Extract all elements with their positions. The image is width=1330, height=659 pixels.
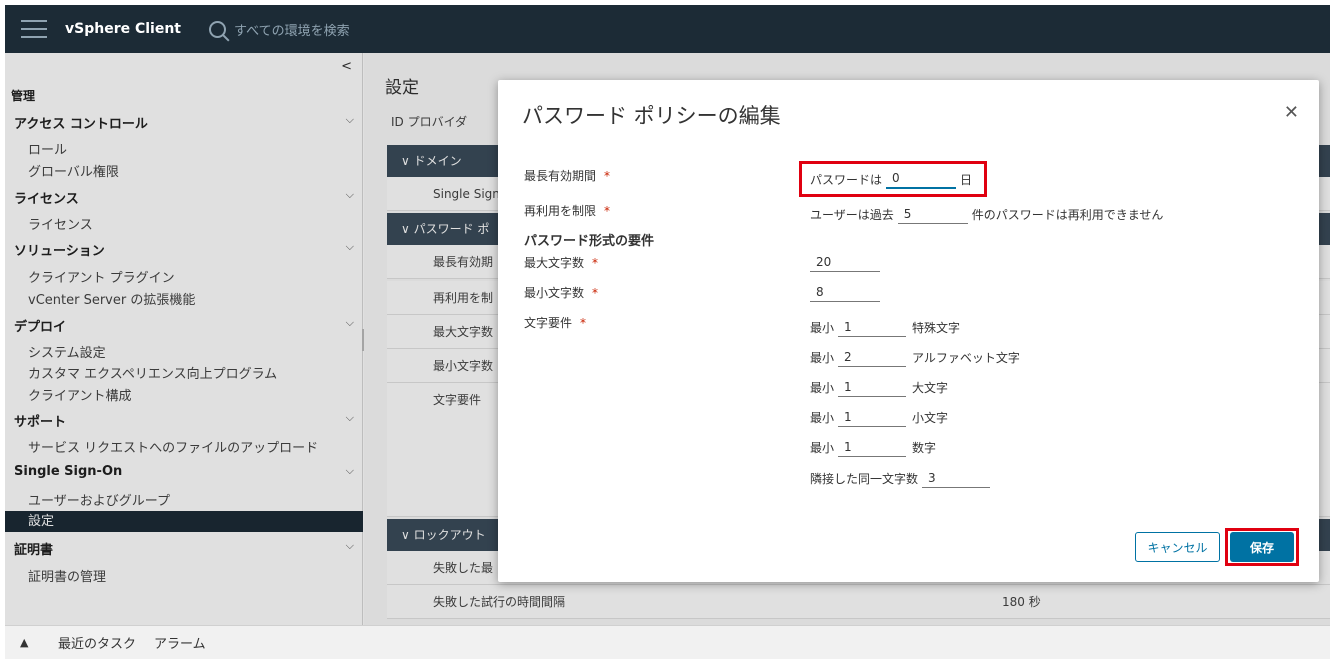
max-length-input[interactable] [810, 252, 880, 272]
min-alpha-chars-input[interactable] [838, 347, 907, 367]
close-icon[interactable]: ✕ [1284, 102, 1299, 123]
min-numeric-field: 最小 数字 [810, 437, 936, 457]
min-special-chars-field: 最小 特殊文字 [810, 317, 960, 337]
max-lifetime-label: 最長有効期間 * [524, 169, 611, 183]
field-suffix: 特殊文字 [912, 320, 961, 335]
min-special-chars-input[interactable] [838, 317, 907, 337]
max-length-label: 最大文字数 * [524, 256, 599, 270]
field-suffix: 件のパスワードは再利用できません [971, 207, 1164, 222]
min-lowercase-input[interactable] [838, 407, 907, 427]
tab-recent-tasks[interactable]: 最近のタスク [58, 633, 136, 652]
required-marker: * [592, 256, 599, 270]
search-placeholder: すべての環境を検索 [234, 23, 350, 39]
field-suffix: 小文字 [912, 410, 949, 425]
adjacent-identical-input[interactable] [922, 468, 991, 488]
reuse-limit-input[interactable] [897, 204, 968, 224]
reuse-limit-label: 再利用を制限 * [524, 204, 611, 218]
reuse-limit-field: ユーザーは過去 件のパスワードは再利用できません [810, 204, 1163, 224]
save-button[interactable]: 保存 [1230, 532, 1294, 562]
min-uppercase-field: 最小 大文字 [810, 377, 948, 397]
min-lowercase-field: 最小 小文字 [810, 407, 948, 427]
min-length-input[interactable] [810, 282, 880, 302]
field-suffix: アルファベット文字 [912, 350, 1020, 365]
top-header: vSphere Client すべての環境を検索 [5, 5, 1330, 53]
field-prefix: パスワードは [810, 172, 883, 187]
field-prefix: 最小 [810, 380, 835, 395]
max-lifetime-field: パスワードは 日 [810, 169, 972, 189]
edit-password-policy-dialog: パスワード ポリシーの編集 ✕ 最長有効期間 * 再利用を制限 * パスワード形式の… [498, 80, 1319, 582]
tab-alarms[interactable]: アラーム [154, 633, 206, 652]
min-length-label: 最小文字数 * [524, 286, 599, 300]
adjacent-identical-field: 隣接した同一文字数 [810, 468, 991, 488]
cancel-button[interactable]: キャンセル [1135, 532, 1220, 562]
char-requirements-label: 文字要件 * [524, 316, 587, 330]
field-prefix: 隣接した同一文字数 [810, 471, 919, 486]
field-prefix: 最小 [810, 440, 835, 455]
max-lifetime-input[interactable] [886, 169, 957, 189]
search-icon [209, 20, 226, 38]
global-search[interactable]: すべての環境を検索 [209, 20, 350, 39]
required-marker: * [604, 204, 611, 218]
app-title[interactable]: vSphere Client [65, 21, 181, 37]
dialog-title: パスワード ポリシーの編集 [522, 104, 781, 128]
required-marker: * [580, 316, 587, 330]
field-prefix: ユーザーは過去 [810, 207, 894, 222]
field-prefix: 最小 [810, 350, 835, 365]
menu-icon[interactable] [21, 20, 47, 38]
min-numeric-input[interactable] [838, 437, 907, 457]
field-suffix: 日 [960, 172, 973, 187]
max-length-field [810, 252, 880, 272]
min-alpha-chars-field: 最小 アルファベット文字 [810, 347, 1020, 367]
min-length-field [810, 282, 880, 302]
field-prefix: 最小 [810, 410, 835, 425]
required-marker: * [604, 169, 611, 183]
format-requirements-heading: パスワード形式の要件 [524, 234, 655, 249]
min-uppercase-input[interactable] [838, 377, 907, 397]
required-marker: * [592, 286, 599, 300]
expand-panel-icon[interactable]: ▲ [20, 636, 40, 649]
field-suffix: 大文字 [912, 380, 949, 395]
field-suffix: 数字 [912, 440, 937, 455]
field-prefix: 最小 [810, 320, 835, 335]
bottom-bar: ▲ 最近のタスク アラーム [5, 625, 1330, 659]
